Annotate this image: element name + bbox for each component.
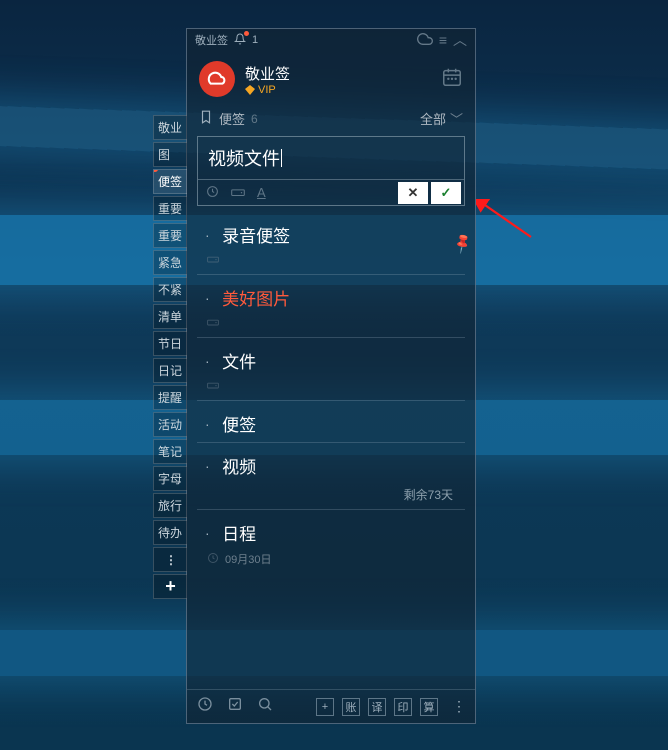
note-title: 美好图片 (222, 290, 290, 309)
sidebar-category-tabs: 敬业 图 便签 重要 重要 紧急 不紧 清单 节日 日记 提醒 活动 笔记 字母… (153, 115, 187, 601)
list-label: 便签 (219, 109, 245, 128)
clock-icon[interactable] (197, 696, 213, 717)
sidebar-tab[interactable]: 活动 (153, 412, 187, 437)
list-header: 便签 6 全部 ﹀ (187, 105, 475, 136)
note-editor: 视频文件 A ✕ ✓ (197, 136, 465, 206)
checklist-icon[interactable] (227, 696, 243, 717)
vip-badge: VIP (245, 84, 290, 96)
sidebar-tab[interactable]: 敬业 (153, 115, 187, 140)
footer-btn-translate[interactable]: 译 (368, 698, 386, 716)
sidebar-tab[interactable]: 提醒 (153, 385, 187, 410)
drive-icon (207, 379, 219, 394)
footer-toolbar: + 账 译 印 算 ⋮ (187, 689, 475, 723)
cloud-sync-icon[interactable] (417, 31, 433, 50)
note-title: 录音便签 (222, 227, 290, 246)
sidebar-tab[interactable]: 节日 (153, 331, 187, 356)
note-title: 视频 (222, 458, 256, 477)
note-input[interactable]: 视频文件 (198, 137, 464, 179)
note-item[interactable]: 文件 (197, 338, 465, 401)
sidebar-tab[interactable]: 重要 (153, 223, 187, 248)
sidebar-tab[interactable]: 清单 (153, 304, 187, 329)
sidebar-tab[interactable]: 紧急 (153, 250, 187, 275)
cancel-button[interactable]: ✕ (398, 182, 428, 204)
chevron-down-icon[interactable]: ﹀ (450, 109, 463, 128)
collapse-icon[interactable]: ︿ (453, 30, 467, 50)
drive-icon (207, 316, 219, 331)
note-remaining: 剩余73天 (205, 486, 457, 503)
drive-icon[interactable] (231, 185, 245, 200)
list-filter[interactable]: 全部 (420, 109, 446, 128)
sidebar-more-button[interactable]: ⋮ (153, 547, 187, 572)
header: 敬业签 VIP (187, 51, 475, 105)
editor-toolbar: A ✕ ✓ (198, 179, 464, 205)
sidebar-tab[interactable]: 旅行 (153, 493, 187, 518)
search-icon[interactable] (257, 696, 273, 717)
font-color-icon[interactable]: A (257, 185, 266, 200)
note-date: 09月30日 (225, 551, 271, 567)
titlebar: 敬业签 1 ≡ ︿ (187, 29, 475, 51)
app-window: 敬业签 1 ≡ ︿ 敬业签 VIP (186, 28, 476, 724)
sidebar-tab[interactable]: 日记 (153, 358, 187, 383)
note-title: 文件 (222, 353, 256, 372)
footer-btn-print[interactable]: 印 (394, 698, 412, 716)
notes-list: 录音便签 美好图片 文件 便签 视频 剩余73天 日程 09月30日 (187, 206, 475, 689)
drive-icon (207, 253, 219, 268)
sidebar-tab[interactable]: 笔记 (153, 439, 187, 464)
app-name: 敬业签 (195, 32, 228, 48)
bookmark-icon (199, 110, 213, 127)
annotation-arrow (476, 199, 536, 239)
bell-icon[interactable] (234, 33, 246, 48)
note-item[interactable]: 美好图片 (197, 275, 465, 338)
note-item[interactable]: 视频 剩余73天 (197, 443, 465, 510)
note-item[interactable]: 录音便签 (197, 212, 465, 275)
note-title: 日程 (222, 525, 256, 544)
menu-icon[interactable]: ≡ (439, 32, 447, 48)
list-count: 6 (251, 112, 258, 126)
note-title: 便签 (222, 416, 256, 435)
app-logo (199, 61, 235, 97)
brand-name: 敬业签 (245, 63, 290, 84)
confirm-button[interactable]: ✓ (431, 182, 461, 204)
add-button[interactable]: + (316, 698, 334, 716)
footer-btn-account[interactable]: 账 (342, 698, 360, 716)
calendar-icon[interactable] (441, 66, 463, 93)
sidebar-tab-active[interactable]: 便签 (153, 169, 187, 194)
clock-icon[interactable] (206, 185, 219, 201)
sidebar-tab[interactable]: 不紧 (153, 277, 187, 302)
notification-count: 1 (252, 34, 258, 46)
note-item[interactable]: 日程 09月30日 (197, 510, 465, 573)
sidebar-tab[interactable]: 重要 (153, 196, 187, 221)
more-icon[interactable]: ⋮ (452, 698, 465, 715)
sidebar-tab[interactable]: 图 (153, 142, 187, 167)
footer-btn-calc[interactable]: 算 (420, 698, 438, 716)
note-item[interactable]: 便签 (197, 401, 465, 443)
sidebar-tab[interactable]: 字母 (153, 466, 187, 491)
clock-icon (207, 552, 219, 567)
sidebar-tab[interactable]: 待办 (153, 520, 187, 545)
sidebar-add-button[interactable]: + (153, 574, 187, 599)
